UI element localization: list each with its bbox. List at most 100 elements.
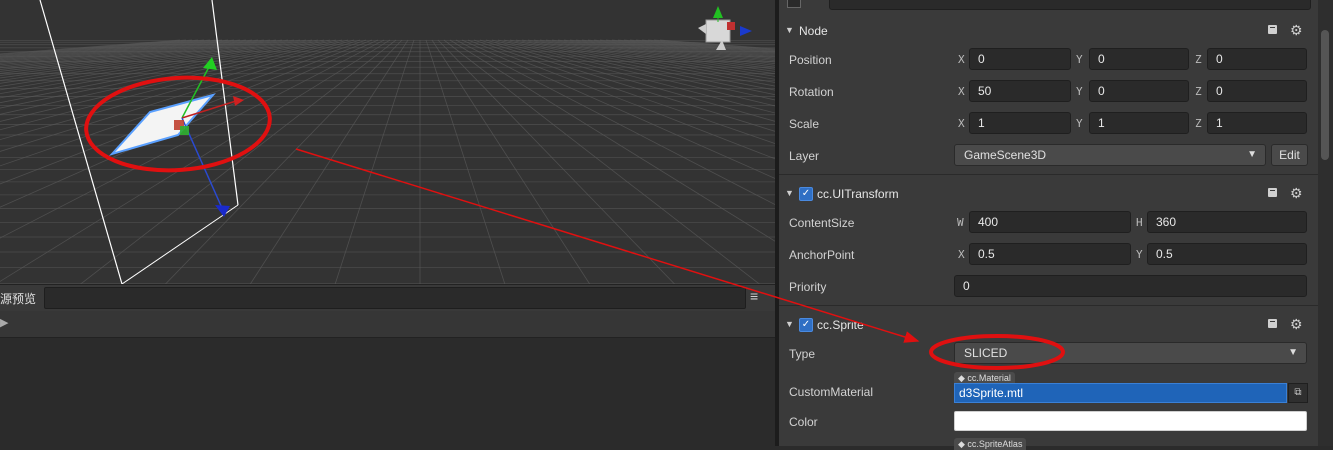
layer-edit-button[interactable]: Edit [1271,144,1308,166]
axis-z-label: Z [1195,53,1202,66]
grid-line [0,39,391,282]
expand-caret-icon[interactable]: ▶ [0,316,8,329]
collapse-triangle-icon[interactable]: ▼ [785,25,794,35]
component-enabled-checkbox[interactable]: ✓ [799,318,813,332]
grid-line [443,39,760,284]
settings-gear-icon[interactable]: ⚙ [1290,22,1303,39]
position-x-input[interactable]: 0 [969,48,1071,70]
axis-z-label: Z [1195,117,1202,130]
axis-x-label: X [958,117,965,130]
dropdown-arrow-icon: ▼ [1247,149,1257,160]
active-checkbox[interactable] [787,0,801,8]
uitransform-section-title: cc.UITransform [817,187,899,201]
color-label: Color [789,415,818,429]
rotation-x-input[interactable]: 50 [969,80,1071,102]
grid-line [0,39,253,69]
grid-line [467,39,775,160]
scrollbar-thumb[interactable] [1321,30,1329,160]
component-enabled-checkbox[interactable]: ✓ [799,187,813,201]
asset-search-input[interactable] [44,287,746,309]
asset-picker-icon[interactable]: ⧉ [1288,383,1308,403]
content-size-row: ContentSize W 400 H 360 [779,211,1318,235]
section-divider [779,305,1318,306]
dropdown-arrow-icon: ▼ [1288,347,1298,358]
anchor-x-input[interactable]: 0.5 [969,243,1131,265]
hamburger-menu-icon[interactable]: ≡ [750,288,758,304]
layer-label: Layer [789,149,820,163]
sprite-section-header[interactable]: ▼ ✓ cc.Sprite ⚙ [779,312,1318,338]
help-book-icon[interactable] [1267,187,1278,198]
grid-line [0,39,217,61]
axis-y-label: Y [1136,248,1143,261]
axis-x-label: X [958,248,965,261]
content-size-label: ContentSize [789,216,855,230]
grid-line [0,39,229,63]
grid-line [334,39,415,284]
anchor-y-input[interactable]: 0.5 [1147,243,1307,265]
grid-line [0,39,283,79]
priority-input[interactable]: 0 [954,275,1307,297]
grid-line [0,39,247,67]
asset-preview-toolbar: ▶ [0,311,775,338]
grid-line [431,39,591,284]
content-height-input[interactable]: 360 [1147,211,1307,233]
layer-select[interactable]: GameScene3D ▼ [954,144,1266,166]
inspector-scrollbar[interactable] [1318,0,1333,446]
type-label: Type [789,347,816,361]
node-section-header[interactable]: ▼ Node ⚙ [779,18,1318,44]
uitransform-section-header[interactable]: ▼ ✓ cc.UITransform ⚙ [779,181,1318,207]
asset-preview-title: 源预览 [0,292,37,306]
axis-h-label: H [1136,216,1143,229]
gizmo-plane-handle[interactable] [180,126,189,135]
section-divider [779,174,1318,175]
rotation-label: Rotation [789,85,834,99]
scene-canvas[interactable] [0,0,775,284]
axis-w-label: W [957,216,964,229]
position-y-input[interactable]: 0 [1089,48,1189,70]
grid-line [449,39,775,242]
rotation-z-input[interactable]: 0 [1207,80,1307,102]
help-book-icon[interactable] [1267,318,1278,329]
sprite-type-value: SLICED [964,346,1008,360]
sprite-type-select[interactable]: SLICED ▼ [954,342,1307,364]
grid-line [509,39,775,96]
position-row: Position X 0 Y 0 Z 0 [779,48,1318,72]
grid-line [581,39,775,63]
rotation-y-input[interactable]: 0 [1089,80,1189,102]
anchor-point-row: AnchorPoint X 0.5 Y 0.5 [779,243,1318,267]
scene-grid [0,39,775,284]
grid-line [641,39,775,52]
diamond-icon: ◆ [958,439,968,449]
scene-viewport[interactable] [0,0,775,284]
grid-line [617,39,775,56]
scale-z-input[interactable]: 1 [1207,112,1307,134]
content-width-input[interactable]: 400 [969,211,1131,233]
grid-line [0,39,211,59]
grid-line [0,39,355,141]
scale-y-input[interactable]: 1 [1089,112,1189,134]
settings-gear-icon[interactable]: ⚙ [1290,185,1303,202]
scale-x-input[interactable]: 1 [969,112,1071,134]
grid-line [80,39,397,284]
color-row: Color [779,410,1318,434]
grid-line [0,39,337,115]
custom-material-asset-field[interactable]: d3Sprite.mtl [954,383,1287,403]
color-swatch[interactable] [954,411,1307,431]
help-book-icon[interactable] [1267,24,1278,35]
grid-line [593,39,775,60]
grid-line [0,39,325,104]
settings-gear-icon[interactable]: ⚙ [1290,316,1303,333]
grid-line [0,39,259,70]
gizmo-x-arrow-icon[interactable] [233,96,244,106]
camera-frustum-line [211,0,239,206]
collapse-triangle-icon[interactable]: ▼ [785,319,794,329]
custom-material-row: CustomMaterial ◆ cc.Material d3Sprite.mt… [779,372,1318,406]
inspector-panel: ▼ Node ⚙ Position X 0 Y 0 Z 0 Rotation X… [779,0,1318,450]
collapse-triangle-icon[interactable]: ▼ [785,188,794,198]
position-z-input[interactable]: 0 [1207,48,1307,70]
anchor-point-label: AnchorPoint [789,248,855,262]
node-name-field[interactable] [829,0,1311,10]
position-label: Position [789,53,832,67]
grid-line [0,39,361,152]
sprite-atlas-tag: ◆ cc.SpriteAtlas [954,438,1027,450]
